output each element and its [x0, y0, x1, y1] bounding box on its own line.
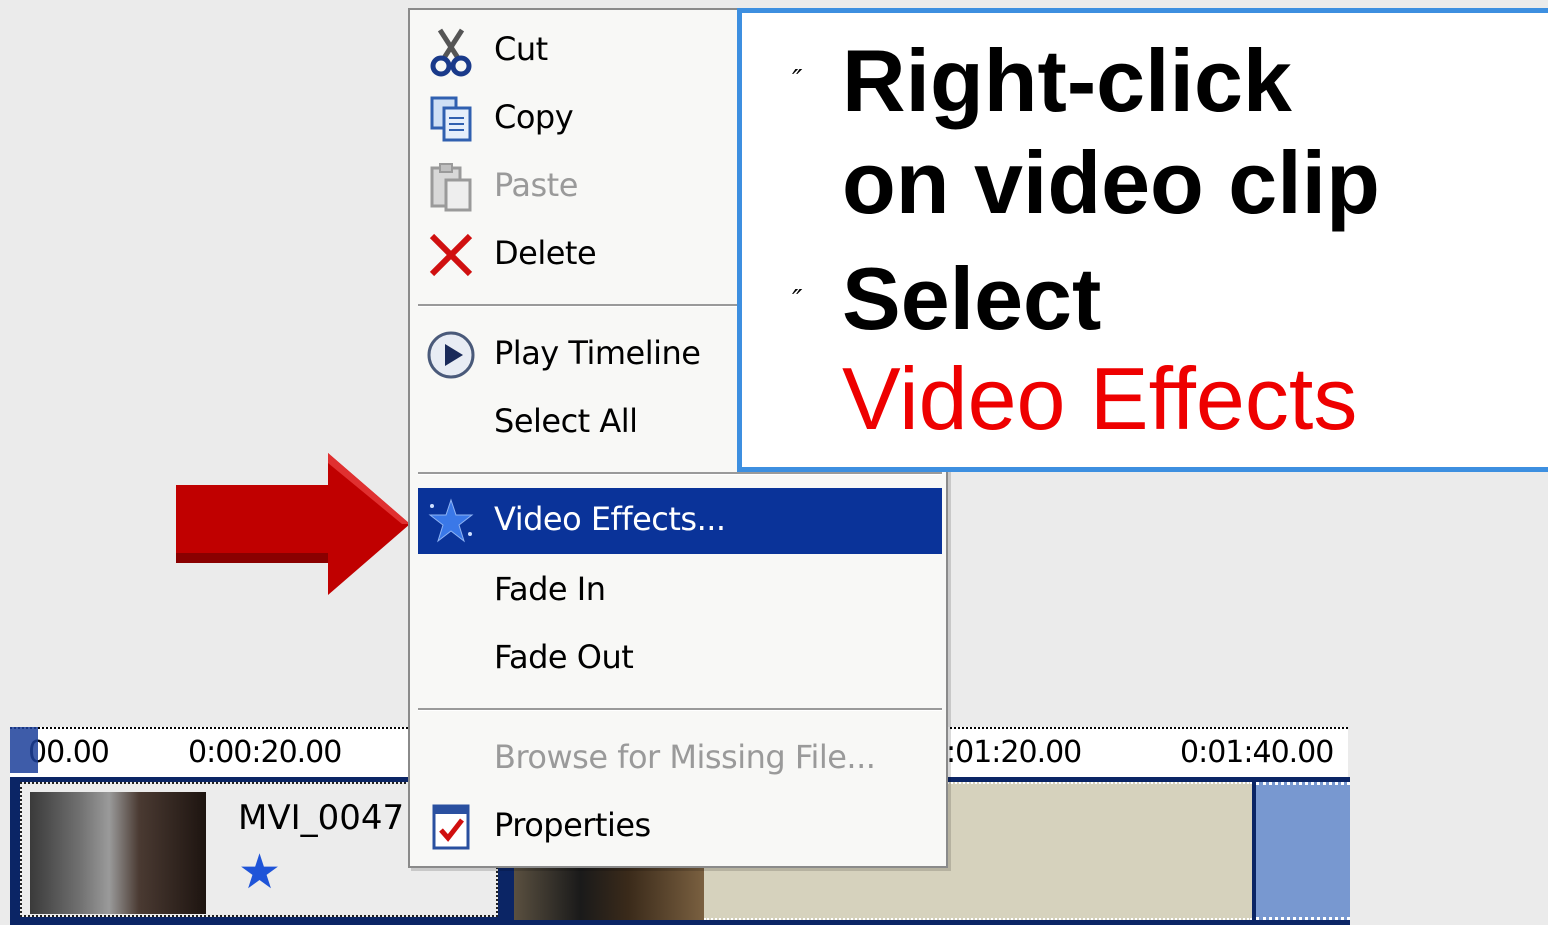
menu-item-video-effects[interactable]: Video Effects... [418, 488, 942, 554]
ruler-label-1m20s: :01:20.00 [946, 735, 1082, 770]
menu-label: Fade In [494, 570, 606, 608]
step1-line2: on video clip [842, 133, 1380, 232]
scissors-icon [430, 28, 472, 77]
menu-separator [418, 708, 942, 711]
star-icon: ★ [238, 844, 282, 900]
red-arrow-pointer [176, 453, 410, 595]
clip-thumbnail-2 [514, 860, 704, 920]
paste-icon [430, 163, 472, 212]
step2-line1: Select [842, 249, 1102, 348]
menu-separator [418, 472, 942, 475]
delete-x-icon [429, 233, 473, 277]
menu-label: Fade Out [494, 638, 634, 676]
video-effects-star-icon [428, 498, 474, 543]
step1-line1: Right-click [842, 31, 1292, 130]
clip-thumbnail [30, 792, 206, 914]
properties-icon [432, 804, 470, 850]
menu-label: Browse for Missing File... [494, 738, 876, 776]
copy-icon [430, 96, 472, 142]
menu-item-browse-missing[interactable]: Browse for Missing File... [418, 726, 942, 792]
playhead-marker[interactable] [10, 727, 38, 773]
bullet-mark: ″ [792, 63, 803, 96]
menu-label: Paste [494, 166, 578, 204]
menu-item-fade-out[interactable]: Fade Out [418, 626, 942, 692]
menu-label: Properties [494, 806, 651, 844]
menu-label: Select All [494, 402, 638, 440]
ruler-label-0: 00.00 [28, 735, 110, 770]
menu-label: Copy [494, 98, 574, 136]
ruler-label-20s: 0:00:20.00 [188, 735, 342, 770]
menu-label: Play Timeline [494, 334, 701, 372]
bullet-mark: ″ [792, 283, 803, 316]
menu-label: Delete [494, 234, 597, 272]
menu-item-fade-in[interactable]: Fade In [418, 558, 942, 624]
video-clip-3[interactable] [1256, 782, 1350, 920]
play-icon [427, 331, 475, 379]
ruler-label-1m40s: 0:01:40.00 [1180, 735, 1334, 770]
menu-item-properties[interactable]: Properties [418, 794, 942, 860]
menu-label: Video Effects... [494, 500, 726, 538]
instruction-callout: ″ Right-click on video clip ″ Select Vid… [737, 8, 1548, 472]
clip-name: MVI_0047 [238, 798, 405, 838]
step2-line2-highlight: Video Effects [842, 349, 1358, 448]
menu-label: Cut [494, 30, 548, 68]
